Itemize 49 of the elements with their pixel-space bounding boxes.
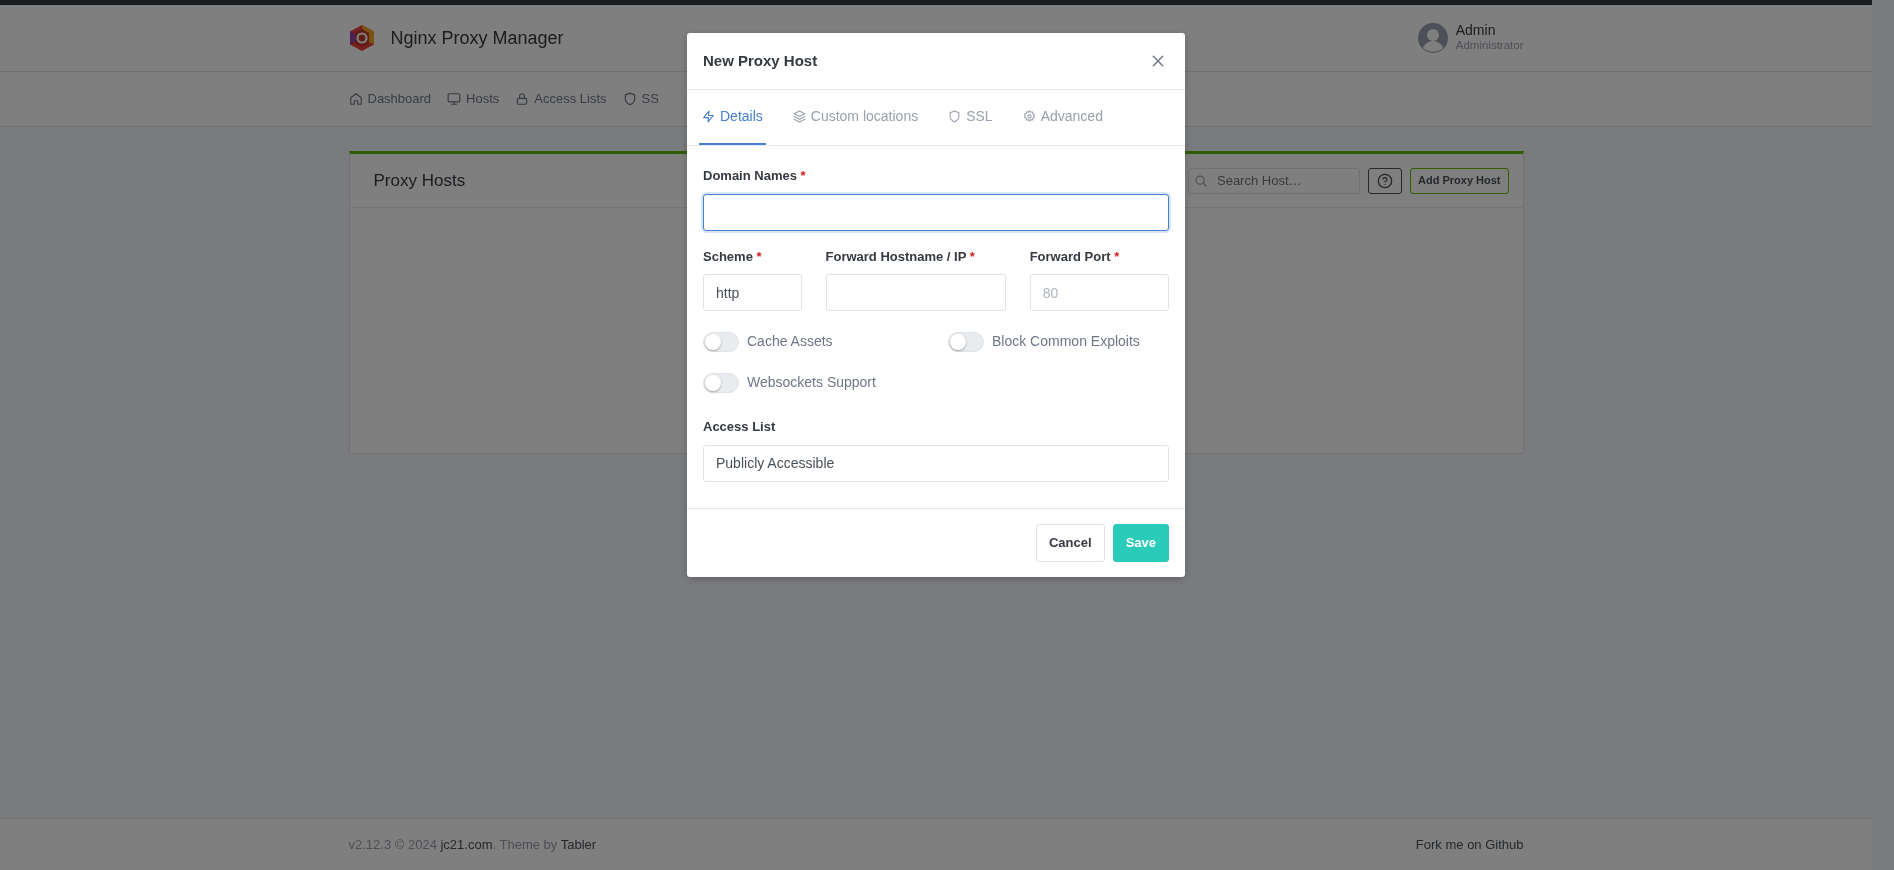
tab[interactable]: Details <box>699 90 766 145</box>
cancel-button[interactable]: Cancel <box>1036 523 1105 562</box>
tab[interactable]: Advanced <box>1019 90 1106 145</box>
close-icon <box>1151 54 1165 68</box>
tab[interactable]: SSL <box>945 90 996 145</box>
app-title: Nginx Proxy Manager <box>390 26 564 50</box>
lock-icon <box>515 92 530 106</box>
footer-link[interactable]: Tabler <box>560 836 597 852</box>
toggle-switch[interactable] <box>948 331 984 352</box>
card-title: Proxy Hosts <box>373 169 466 192</box>
access-list-select[interactable]: Publicly Accessible <box>703 444 1169 482</box>
field-label: Scheme * <box>703 247 763 266</box>
settings-icon <box>1022 110 1036 123</box>
shield-icon <box>622 92 637 106</box>
home-icon <box>348 92 363 106</box>
avatar-icon <box>1417 23 1448 53</box>
search-icon <box>1194 173 1208 188</box>
toggle-switch[interactable] <box>703 331 739 352</box>
shield-icon <box>948 110 962 123</box>
add-proxy-host-button[interactable]: Add Proxy Host <box>1410 167 1509 194</box>
nav-link[interactable]: Hosts <box>447 89 500 109</box>
monitor-icon <box>447 92 462 106</box>
domain-names-field[interactable] <box>703 193 1169 231</box>
toggle-label: Block Common Exploits <box>992 332 1140 351</box>
toggle-switch[interactable] <box>703 372 739 393</box>
field-label: Forward Hostname / IP * <box>825 247 976 266</box>
user-name: Admin <box>1455 23 1497 39</box>
field-label: Access List <box>703 418 777 436</box>
github-link[interactable]: Fork me on Github <box>1415 834 1524 855</box>
input-field[interactable]: http <box>703 274 802 311</box>
toggle-label: Cache Assets <box>747 332 833 351</box>
toggle-label: Websockets Support <box>747 373 876 392</box>
nav-link[interactable]: SS <box>622 89 659 109</box>
field-label: Domain Names * <box>703 167 807 185</box>
modal-title: New Proxy Host <box>703 50 818 71</box>
logo-icon <box>348 24 375 52</box>
field-label: Forward Port * <box>1029 247 1121 266</box>
tab[interactable]: Custom locations <box>789 90 922 145</box>
input-field[interactable] <box>825 274 1006 311</box>
layers-icon <box>792 110 806 123</box>
nav-link[interactable]: Dashboard <box>348 89 432 109</box>
input-field[interactable]: 80 <box>1029 274 1169 311</box>
nav-link[interactable]: Access Lists <box>515 89 607 109</box>
save-button[interactable]: Save <box>1112 523 1169 562</box>
help-button[interactable] <box>1368 167 1402 194</box>
footer-link[interactable]: jc21.com <box>440 836 493 852</box>
lightning-icon <box>702 110 715 123</box>
help-icon <box>1377 172 1393 189</box>
search-field[interactable]: Search Host… <box>1188 167 1360 194</box>
